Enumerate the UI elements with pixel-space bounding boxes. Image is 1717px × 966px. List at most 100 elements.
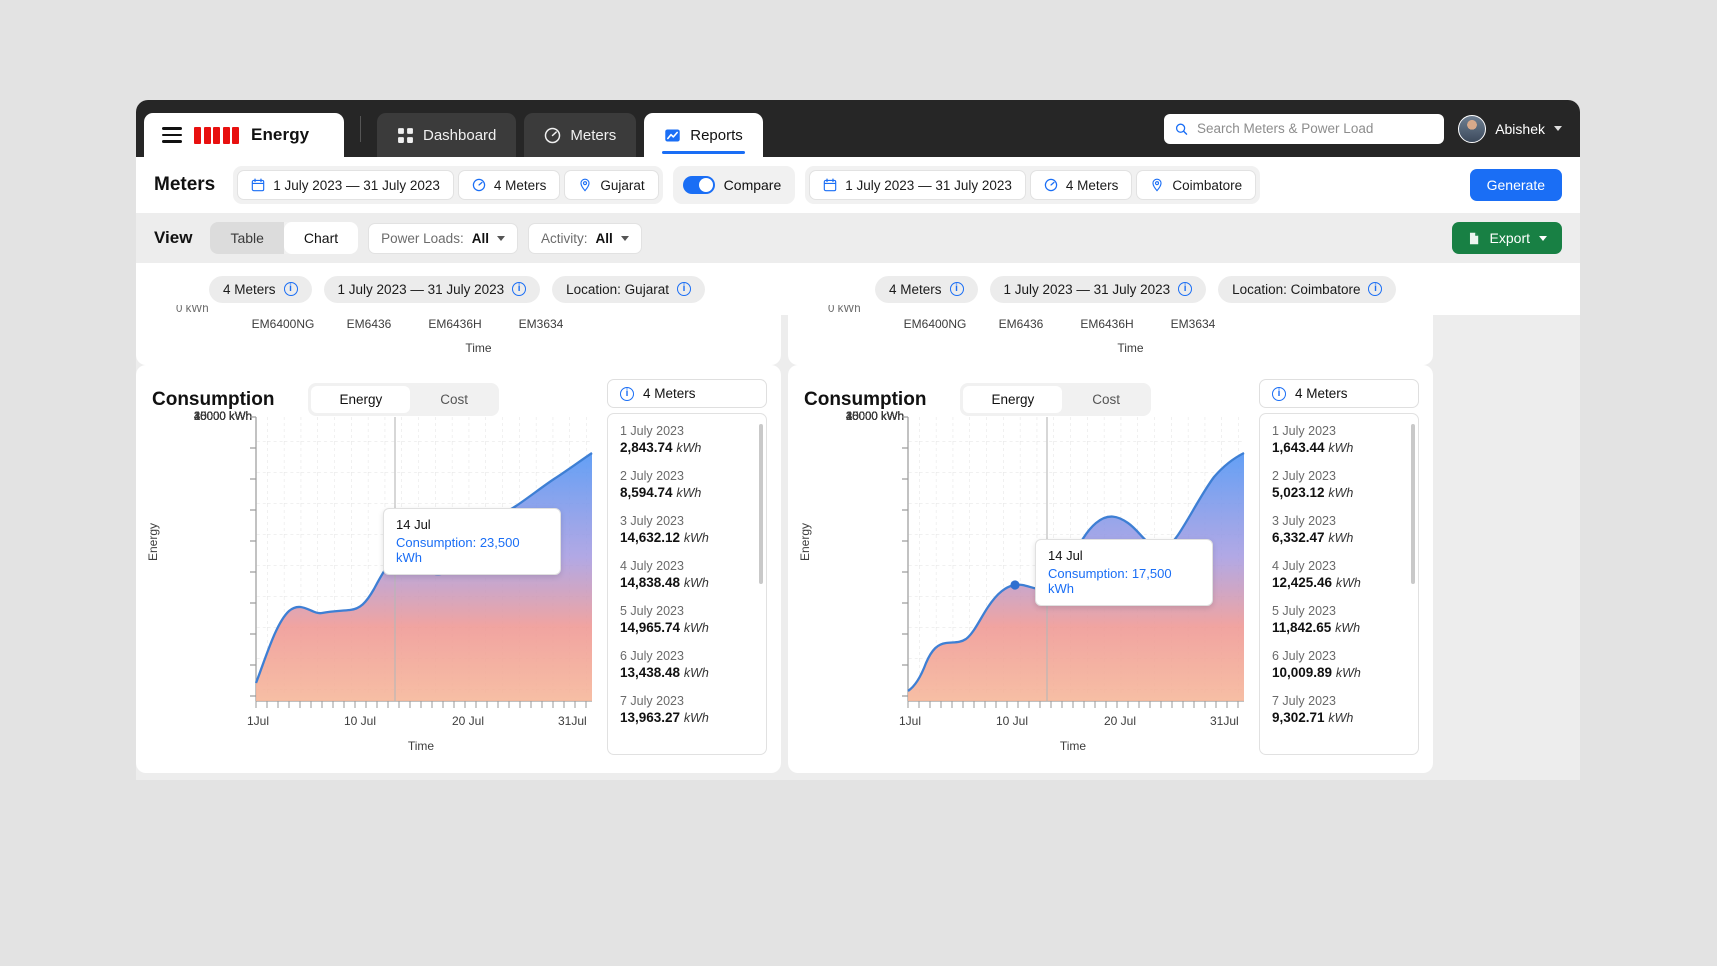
list-item-unit: kWh: [684, 621, 709, 635]
top-navigation-bar: Energy Dashboard Meters Reports: [136, 100, 1580, 157]
activity-dropdown[interactable]: Activity: All: [528, 223, 642, 254]
view-bar-title: View: [154, 228, 192, 248]
right-meters-filter[interactable]: 4 Meters: [1030, 170, 1133, 200]
left-location-label: Gujarat: [600, 178, 644, 193]
tab-meters-label: Meters: [570, 127, 616, 144]
chart-plot-left: Energy 45000 kWh 40000 kWh 35000 kWh 300…: [150, 411, 602, 756]
tab-reports[interactable]: Reports: [644, 113, 763, 157]
gauge-icon: [544, 127, 561, 144]
list-item-unit: kWh: [684, 666, 709, 680]
user-menu[interactable]: Abishek: [1458, 115, 1562, 143]
chip-left-location[interactable]: Location: Gujarati: [552, 276, 705, 303]
power-loads-label: Power Loads:: [381, 231, 464, 246]
highlight-point-right[interactable]: [1010, 580, 1019, 589]
tooltip-value: Consumption: 23,500 kWh: [396, 535, 548, 565]
nav-tabs: Dashboard Meters Reports: [377, 100, 763, 157]
list-item-unit: kWh: [1336, 666, 1361, 680]
chip-label: 1 July 2023 — 31 July 2023: [338, 282, 505, 297]
search-box[interactable]: [1164, 114, 1444, 144]
tooltip-value: Consumption: 17,500 kWh: [1048, 566, 1200, 596]
chip-right-meters[interactable]: 4 Metersi: [875, 276, 978, 303]
x-tick: 20 Jul: [1104, 714, 1136, 728]
list-item: 6 July 202313,438.48 kWh: [620, 649, 754, 680]
list-item-value: 12,425.46: [1272, 575, 1332, 590]
brand-tab[interactable]: Energy: [144, 113, 344, 157]
document-icon: [1467, 231, 1481, 246]
category-label: EM6436H: [1064, 317, 1150, 331]
list-item: 4 July 202312,425.46 kWh: [1272, 559, 1406, 590]
gauge-icon: [472, 178, 486, 192]
data-list-left[interactable]: 1 July 20232,843.74 kWh 2 July 20238,594…: [607, 413, 767, 755]
info-icon[interactable]: i: [677, 282, 691, 296]
list-item-value: 13,438.48: [620, 665, 680, 680]
segment-energy[interactable]: Energy: [311, 386, 410, 413]
view-tab-table[interactable]: Table: [210, 222, 283, 254]
compare-toggle[interactable]: Compare: [673, 166, 796, 204]
right-chip-group: 4 Metersi 1 July 2023 — 31 July 2023i Lo…: [818, 276, 1396, 303]
right-date-range-filter[interactable]: 1 July 2023 — 31 July 2023: [809, 170, 1026, 200]
meters-selector-right[interactable]: i 4 Meters: [1259, 379, 1419, 408]
info-icon[interactable]: i: [512, 282, 526, 296]
location-pin-icon: [578, 178, 592, 192]
left-meters-filter[interactable]: 4 Meters: [458, 170, 561, 200]
generate-button[interactable]: Generate: [1470, 169, 1562, 201]
info-icon[interactable]: i: [284, 282, 298, 296]
chart-tooltip-left: 14 Jul Consumption: 23,500 kWh: [383, 508, 561, 575]
user-name: Abishek: [1495, 121, 1545, 137]
list-item-date: 2 July 2023: [1272, 469, 1406, 483]
tooltip-date: 14 Jul: [396, 517, 548, 532]
tab-dashboard[interactable]: Dashboard: [377, 113, 516, 157]
search-input[interactable]: [1197, 121, 1433, 136]
info-icon[interactable]: i: [950, 282, 964, 296]
list-item-unit: kWh: [676, 441, 701, 455]
list-item-unit: kWh: [1328, 486, 1353, 500]
tab-meters[interactable]: Meters: [524, 113, 636, 157]
list-item-date: 1 July 2023: [1272, 424, 1406, 438]
chart-tooltip-right: 14 Jul Consumption: 17,500 kWh: [1035, 539, 1213, 606]
category-label: EM6400NG: [240, 317, 326, 331]
compare-toggle-switch[interactable]: [683, 176, 715, 194]
left-date-range-filter[interactable]: 1 July 2023 — 31 July 2023: [237, 170, 454, 200]
export-button[interactable]: Export: [1452, 222, 1562, 254]
chevron-down-icon: [1554, 126, 1562, 131]
data-list-right[interactable]: 1 July 2023 1,643.44 kWh 2 July 2023 5,023…: [1259, 413, 1419, 755]
activity-value: All: [595, 231, 612, 246]
view-tab-chart[interactable]: Chart: [284, 222, 358, 254]
list-scrollbar-right[interactable]: [1411, 424, 1415, 584]
list-item-value: 8,594.74: [620, 485, 673, 500]
chip-left-meters[interactable]: 4 Meters i: [209, 276, 312, 303]
list-item-date: 1 July 2023: [620, 424, 754, 438]
list-item-value: 5,023.12: [1272, 485, 1325, 500]
data-list-scroll-left[interactable]: 1 July 20232,843.74 kWh 2 July 20238,594…: [608, 424, 766, 754]
activity-label: Activity:: [541, 231, 588, 246]
info-icon[interactable]: i: [1178, 282, 1192, 296]
info-icon[interactable]: i: [1368, 282, 1382, 296]
segment-cost[interactable]: Cost: [1064, 386, 1148, 413]
list-item: 1 July 20231,643.44 kWh: [1272, 424, 1406, 455]
list-item: 4 July 202314,838.48 kWh: [620, 559, 754, 590]
right-date-range-label: 1 July 2023 — 31 July 2023: [845, 178, 1012, 193]
topbar-right: Abishek: [1164, 114, 1580, 144]
power-loads-dropdown[interactable]: Power Loads: All: [368, 223, 518, 254]
chip-left-date[interactable]: 1 July 2023 — 31 July 2023 i: [324, 276, 541, 303]
chip-right-location[interactable]: Location: Coimbatorei: [1218, 276, 1396, 303]
x-tick: 1Jul: [247, 714, 269, 728]
list-item-value: 1,643.44: [1272, 440, 1325, 455]
gauge-icon: [1044, 178, 1058, 192]
left-location-filter[interactable]: Gujarat: [564, 170, 658, 200]
hamburger-menu-icon[interactable]: [162, 127, 182, 142]
right-location-label: Coimbatore: [1172, 178, 1242, 193]
list-scrollbar-left[interactable]: [759, 424, 763, 584]
chip-right-date[interactable]: 1 July 2023 — 31 July 2023i: [990, 276, 1207, 303]
right-location-filter[interactable]: Coimbatore: [1136, 170, 1256, 200]
card-title: Consumption: [804, 389, 926, 411]
chip-label: 4 Meters: [223, 282, 276, 297]
meters-selector-left[interactable]: i 4 Meters: [607, 379, 767, 408]
data-list-scroll-right[interactable]: 1 July 2023 1,643.44 kWh 2 July 2023 5,023…: [1260, 424, 1418, 754]
segment-cost[interactable]: Cost: [412, 386, 496, 413]
segment-energy[interactable]: Energy: [963, 386, 1062, 413]
left-meters-label: 4 Meters: [494, 178, 547, 193]
calendar-icon: [823, 178, 837, 192]
list-item-date: 5 July 2023: [1272, 604, 1406, 618]
list-item: 7 July 20239,302.71 kWh: [1272, 694, 1406, 725]
